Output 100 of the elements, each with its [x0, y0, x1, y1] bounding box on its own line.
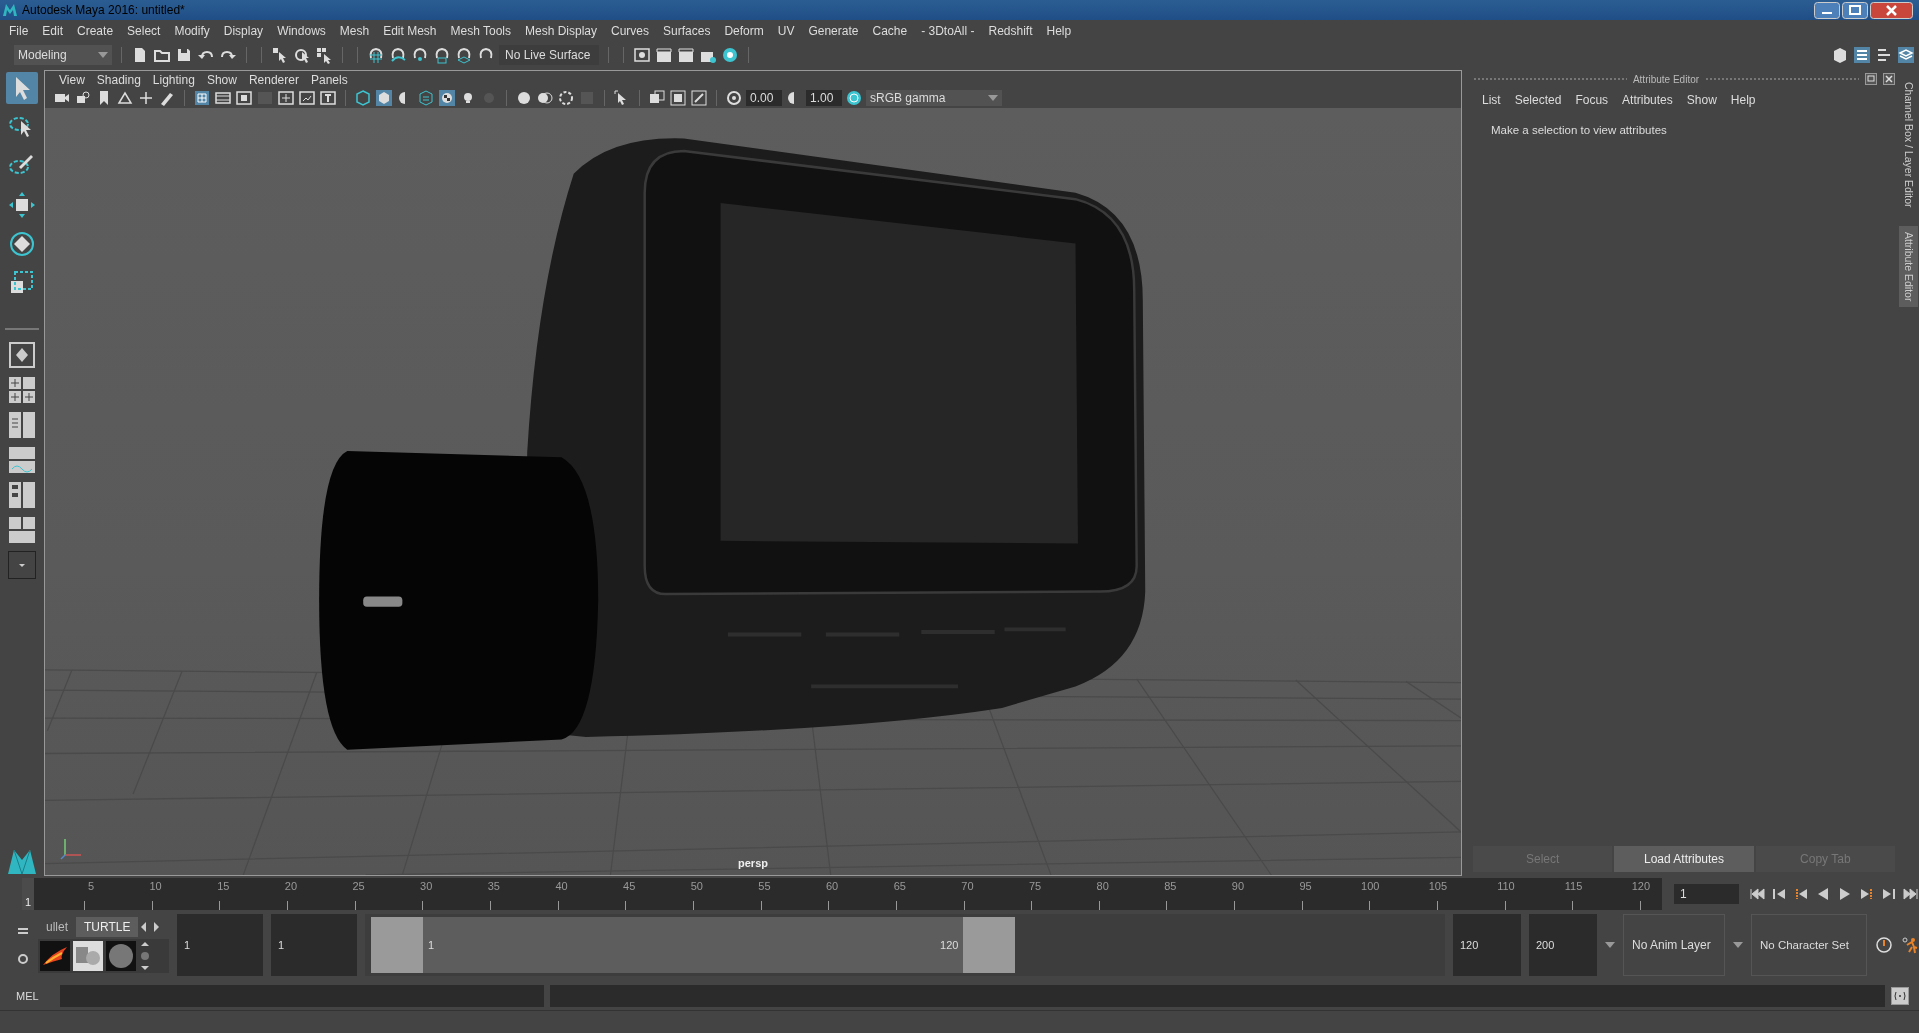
- editor-menu-item[interactable]: Attributes: [1617, 93, 1682, 107]
- panel-menu-item[interactable]: View: [53, 72, 91, 87]
- menu-item[interactable]: Mesh Display: [518, 24, 605, 38]
- maximize-icon[interactable]: [1842, 1, 1868, 19]
- menu-item[interactable]: Deform: [717, 24, 771, 38]
- close-icon[interactable]: [1883, 73, 1895, 85]
- color-space-dropdown[interactable]: sRGB gamma: [866, 90, 1002, 106]
- menu-item[interactable]: Curves: [604, 24, 657, 38]
- safe-action-icon[interactable]: [298, 89, 316, 107]
- range-slider[interactable]: 1 120: [365, 914, 1445, 976]
- close-icon[interactable]: [1870, 1, 1913, 19]
- ambient-occlusion-icon[interactable]: [536, 89, 554, 107]
- material-sphere-icon[interactable]: [106, 941, 136, 971]
- plane-snap-icon[interactable]: [433, 46, 451, 64]
- shelf-tab[interactable]: TURTLE: [76, 917, 139, 937]
- running-figure-icon[interactable]: [1901, 936, 1919, 954]
- menu-item[interactable]: Windows: [270, 24, 333, 38]
- time-slider[interactable]: 1 5 10 15 20 25 30 35 40 45 50 55 60 65 70 75 80 85 90 95 100 105 110 115 120: [22, 878, 1662, 910]
- script-language-button[interactable]: MEL: [16, 990, 54, 1002]
- axis-icon[interactable]: [137, 89, 155, 107]
- menu-item[interactable]: Cache: [865, 24, 915, 38]
- menu-item[interactable]: Mesh Tools: [443, 24, 518, 38]
- sphere-icon[interactable]: [515, 89, 533, 107]
- menu-item[interactable]: Mesh: [332, 24, 377, 38]
- current-frame-field[interactable]: 1: [1674, 884, 1739, 904]
- select-tool-button[interactable]: [6, 72, 38, 104]
- gear-icon[interactable]: [16, 952, 30, 966]
- render-view-icon[interactable]: [633, 46, 651, 64]
- menu-item[interactable]: Modify: [167, 24, 217, 38]
- save-icon[interactable]: [175, 46, 193, 64]
- editor-button[interactable]: Load Attributes: [1614, 846, 1754, 872]
- shelf-tab[interactable]: ullet: [38, 917, 76, 937]
- previous-key-icon[interactable]: [1793, 886, 1809, 902]
- go-to-start-icon[interactable]: [1749, 886, 1765, 902]
- exposure-field[interactable]: 0.00: [746, 90, 782, 106]
- panel-menu-item[interactable]: Show: [200, 72, 243, 87]
- custom-layout-icon[interactable]: [8, 516, 36, 544]
- panel-menu-item[interactable]: Lighting: [146, 72, 201, 87]
- fire-icon[interactable]: [40, 941, 70, 971]
- graph-editor-layout-icon[interactable]: [8, 446, 36, 474]
- playback-end-field[interactable]: 120: [1453, 914, 1521, 976]
- panel-menu-item[interactable]: Panels: [304, 72, 354, 87]
- checker-icon[interactable]: [438, 89, 456, 107]
- four-pane-layout-icon[interactable]: [8, 376, 36, 404]
- motion-blur-icon[interactable]: [557, 89, 575, 107]
- dropdown-caret-icon[interactable]: [1733, 942, 1743, 948]
- menu-item[interactable]: Surfaces: [656, 24, 718, 38]
- menu-item[interactable]: Create: [70, 24, 121, 38]
- shaded-cube-icon[interactable]: [375, 89, 393, 107]
- workspace-dropdown[interactable]: Modeling: [14, 45, 112, 65]
- dropdown-caret-icon[interactable]: [988, 95, 998, 101]
- menu-item[interactable]: Redshift: [981, 24, 1040, 38]
- menu-item[interactable]: Edit: [35, 24, 71, 38]
- minimize-icon[interactable]: [1814, 1, 1840, 19]
- menu-item[interactable]: Generate: [801, 24, 866, 38]
- menu-item[interactable]: Select: [120, 24, 168, 38]
- next-key-icon[interactable]: [1859, 886, 1875, 902]
- script-editor-icon[interactable]: [1891, 987, 1909, 1005]
- panel-menu-item[interactable]: Renderer: [242, 72, 305, 87]
- step-forward-key-icon[interactable]: [1881, 886, 1897, 902]
- menu-item[interactable]: UV: [770, 24, 802, 38]
- object-select-icon[interactable]: [293, 46, 311, 64]
- playback-start-field[interactable]: 1: [271, 914, 357, 976]
- menu-item[interactable]: Edit Mesh: [376, 24, 444, 38]
- start-time-field[interactable]: 1: [177, 914, 263, 976]
- dropdown-caret-icon[interactable]: [98, 52, 108, 58]
- character-set-dropdown[interactable]: No Character Set: [1751, 914, 1867, 976]
- grid-icon[interactable]: [193, 89, 211, 107]
- step-back-key-icon[interactable]: [1771, 886, 1787, 902]
- command-input-field[interactable]: [60, 985, 544, 1007]
- auto-key-icon[interactable]: [1875, 936, 1893, 954]
- end-time-field[interactable]: 200: [1529, 914, 1597, 976]
- modeling-toolkit-icon[interactable]: [1831, 46, 1849, 64]
- xray-components-icon[interactable]: [690, 89, 708, 107]
- surface-snap-icon[interactable]: [455, 46, 473, 64]
- image-plane-icon[interactable]: [116, 89, 134, 107]
- safe-title-icon[interactable]: [319, 89, 337, 107]
- anim-layer-dropdown[interactable]: No Anim Layer: [1623, 914, 1725, 976]
- editor-menu-item[interactable]: Selected: [1509, 93, 1571, 107]
- point-snap-icon[interactable]: [411, 46, 429, 64]
- shelf-scroll-icon[interactable]: [139, 941, 151, 971]
- menu-item[interactable]: Help: [1039, 24, 1079, 38]
- panel-menu-item[interactable]: Shading: [90, 72, 147, 87]
- hypershade-layout-icon[interactable]: [8, 481, 36, 509]
- gamma-field[interactable]: 1.00: [806, 90, 842, 106]
- resolution-gate-icon[interactable]: [235, 89, 253, 107]
- side-tab[interactable]: Attribute Editor: [1899, 225, 1918, 307]
- current-time-marker[interactable]: 1: [22, 878, 34, 910]
- color-management-icon[interactable]: [845, 89, 863, 107]
- grid-snap-icon[interactable]: [367, 46, 385, 64]
- component-select-icon[interactable]: [315, 46, 333, 64]
- film-gate-icon[interactable]: [214, 89, 232, 107]
- editor-menu-item[interactable]: Help: [1725, 93, 1765, 107]
- editor-menu-item[interactable]: Focus: [1570, 93, 1618, 107]
- single-pane-layout-icon[interactable]: [8, 341, 36, 369]
- tool-settings-icon[interactable]: [1875, 46, 1893, 64]
- ipr-render-icon[interactable]: [677, 46, 695, 64]
- menu-item[interactable]: Display: [216, 24, 271, 38]
- exposure-icon[interactable]: [725, 89, 743, 107]
- curve-snap-icon[interactable]: [389, 46, 407, 64]
